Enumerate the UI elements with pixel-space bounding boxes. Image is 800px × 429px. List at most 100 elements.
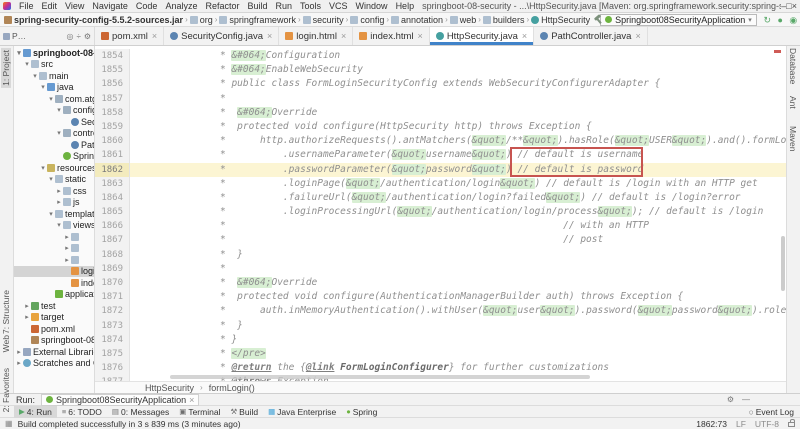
code-line[interactable]: 1873 * } [95, 318, 786, 333]
breadcrumb-item[interactable]: builders [482, 15, 524, 25]
tool-window-button-build[interactable]: ⚒ Build [225, 406, 263, 418]
menu-tools[interactable]: Tools [296, 1, 325, 11]
tree-toggle-icon[interactable]: ▸ [23, 302, 31, 310]
line-separator[interactable]: LF [736, 419, 746, 429]
breadcrumb-item[interactable]: HttpSecurity [531, 15, 590, 25]
tree-item[interactable]: login.html [14, 265, 94, 277]
tree-toggle-icon[interactable]: ▸ [15, 348, 23, 356]
close-icon[interactable]: × [522, 31, 527, 41]
code-line[interactable]: 1856 * public class FormLoginSecurityConf… [95, 77, 786, 92]
tab-login-html[interactable]: login.html × [279, 27, 354, 45]
coverage-icon[interactable]: ◉ [787, 14, 800, 26]
horizontal-scrollbar[interactable] [170, 375, 590, 379]
close-icon[interactable]: × [635, 31, 640, 41]
breadcrumb-class[interactable]: HttpSecurity [145, 383, 194, 393]
menu-run[interactable]: Run [272, 1, 297, 11]
code-line[interactable]: 1863 * .loginPage(&quot;/authentication/l… [95, 176, 786, 191]
gear-icon[interactable]: ⚙ [727, 395, 734, 404]
tree-item[interactable]: springboot-08-se [14, 335, 94, 347]
tool-window-button-web[interactable]: Web [1, 335, 11, 352]
tree-item[interactable]: ▸ test [14, 300, 94, 312]
run-panel-tab[interactable]: Springboot08SecurityApplication × [41, 393, 200, 406]
editor-lines[interactable]: 1854 * &#064;Configuration 1855 * &#064;Ena… [95, 46, 786, 381]
tab-index-html[interactable]: index.html × [353, 27, 430, 45]
tree-toggle-icon[interactable]: ▾ [39, 83, 47, 91]
code-line[interactable]: 1870 * &#064;Override [95, 276, 786, 291]
vertical-scrollbar[interactable] [781, 236, 785, 291]
code-line[interactable]: 1864 * .failureUrl(&quot;/authentication/… [95, 190, 786, 206]
code-line[interactable]: 1865 * .loginProcessingUrl(&quot;/authent… [95, 205, 786, 220]
code-line[interactable]: 1869 * [95, 261, 786, 276]
close-icon[interactable]: × [152, 31, 157, 41]
tree-item[interactable]: ▾ resources [14, 162, 94, 174]
debug-icon[interactable]: ● [774, 14, 787, 26]
code-line[interactable]: 1871 * protected void configure(Authentic… [95, 290, 786, 305]
tool-window-button-ant[interactable]: Ant [788, 96, 798, 109]
tree-item[interactable]: ▾ static [14, 174, 94, 186]
project-panel-title[interactable]: Project [12, 31, 27, 41]
code-line[interactable]: 1858 * &#064;Override [95, 105, 786, 120]
tree-item[interactable]: ▸ css [14, 185, 94, 197]
tool-window-button-spring[interactable]: ● Spring [341, 406, 382, 418]
code-line[interactable]: 1857 * [95, 91, 786, 106]
tree-item[interactable]: ▸ Scratches and Consoles [14, 358, 94, 370]
close-icon[interactable]: × [267, 31, 272, 41]
lock-icon[interactable] [788, 419, 795, 427]
tree-toggle-icon[interactable]: ▾ [55, 221, 63, 229]
code-line[interactable]: 1854 * &#064;Configuration [95, 49, 786, 64]
breadcrumb-item[interactable]: web [449, 15, 476, 25]
tree-toggle-icon[interactable]: ▸ [55, 198, 63, 206]
tree-item[interactable]: ▾ java [14, 82, 94, 94]
code-line[interactable]: 1861 * .usernameParameter(&quot;username&… [95, 148, 786, 163]
tree-item[interactable]: ▾ com.atguigu [14, 93, 94, 105]
code-line[interactable]: 1868 * } [95, 247, 786, 262]
tree-toggle-icon[interactable]: ▾ [31, 72, 39, 80]
tree-toggle-icon[interactable]: ▾ [39, 164, 47, 172]
tree-item[interactable]: ▸ [14, 243, 94, 255]
tree-item[interactable]: index.html [14, 277, 94, 289]
tree-toggle-icon[interactable]: ▸ [63, 244, 71, 252]
tool-window-button-todo[interactable]: ≡ 6: TODO [57, 406, 107, 418]
breadcrumb-item[interactable]: spring-security-config-5.5.2-sources.jar [4, 15, 183, 25]
tool-window-button-run[interactable]: ▶ 4: Run [14, 405, 57, 418]
tree-item[interactable]: ▸ [14, 254, 94, 266]
tab-pom-xml[interactable]: pom.xml × [95, 27, 165, 45]
tool-window-button-terminal[interactable]: ▣ Terminal [174, 406, 225, 418]
breadcrumb-item[interactable]: config [350, 15, 384, 25]
tree-item[interactable]: ▾ springboot-08-sec [14, 47, 94, 59]
code-line[interactable]: 1876 * @return the {@link FormLoginConfig… [95, 361, 786, 376]
tree-item[interactable]: ▸ target [14, 312, 94, 324]
close-icon[interactable]: × [189, 395, 194, 405]
menu-edit[interactable]: Edit [38, 1, 62, 11]
tree-item[interactable]: ▾ src [14, 59, 94, 71]
breadcrumb-item[interactable]: annotation [391, 15, 443, 25]
tree-item[interactable]: ▾ controller [14, 128, 94, 140]
code-line[interactable]: 1860 * http.authorizeRequests().antMatche… [95, 134, 786, 149]
menu-view[interactable]: View [61, 1, 88, 11]
breadcrumb-item[interactable]: org [189, 15, 213, 25]
code-line[interactable]: 1866 * // with an HTTP [95, 219, 786, 234]
tool-window-button-1-project[interactable]: 1: Project [1, 48, 11, 88]
tree-item[interactable]: pom.xml [14, 323, 94, 335]
tree-toggle-icon[interactable]: ▸ [63, 256, 71, 264]
tree-toggle-icon[interactable]: ▸ [15, 359, 23, 367]
code-line[interactable]: 1874 * } [95, 332, 786, 347]
menu-file[interactable]: File [15, 1, 38, 11]
menu-navigate[interactable]: Navigate [88, 1, 132, 11]
menu-window[interactable]: Window [352, 1, 392, 11]
tree-toggle-icon[interactable]: ▾ [15, 49, 23, 57]
tree-item[interactable]: ▸ [14, 231, 94, 243]
rerun-icon[interactable]: ↻ [761, 14, 774, 26]
tool-window-switcher-icon[interactable]: ▦ [5, 419, 13, 428]
tree-toggle-icon[interactable]: ▸ [55, 187, 63, 195]
tree-item[interactable]: application.properties [14, 289, 94, 301]
collapse-all-icon[interactable]: ÷ [76, 32, 80, 41]
tree-toggle-icon[interactable]: ▾ [47, 95, 55, 103]
tree-item[interactable]: ▾ templates [14, 208, 94, 220]
code-line[interactable]: 1867 * // post [95, 233, 786, 248]
breadcrumb-item[interactable]: springframework [219, 15, 296, 25]
menu-help[interactable]: Help [392, 1, 419, 11]
menu-analyze[interactable]: Analyze [161, 1, 201, 11]
tree-toggle-icon[interactable]: ▾ [55, 106, 63, 114]
settings-icon[interactable]: ⚙ [84, 32, 91, 41]
